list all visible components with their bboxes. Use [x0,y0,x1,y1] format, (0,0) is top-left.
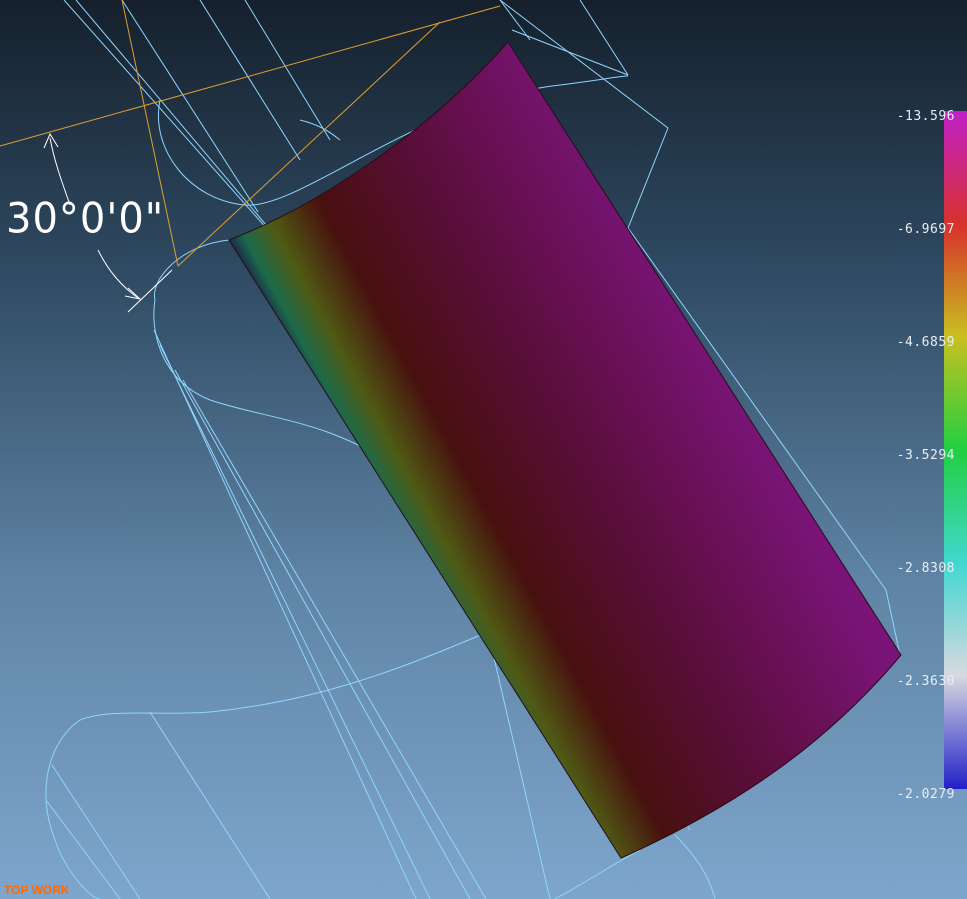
deviation-surface[interactable] [228,41,902,859]
legend-tick-label: -2.3630 [896,674,955,689]
legend-tick-label: -2.8308 [896,561,955,576]
legend-tick-label: -2.0279 [896,787,955,802]
legend-tick-label: -4.6859 [896,335,955,350]
3d-viewport[interactable] [0,0,967,899]
legend-tick-label: -3.5294 [896,448,955,463]
angle-annotation: 30°0'0" [6,194,165,244]
view-name-label: TOP WORK [4,883,70,897]
legend-tick-label: -13.596 [896,109,955,124]
legend-tick-label: -6.9697 [896,222,955,237]
